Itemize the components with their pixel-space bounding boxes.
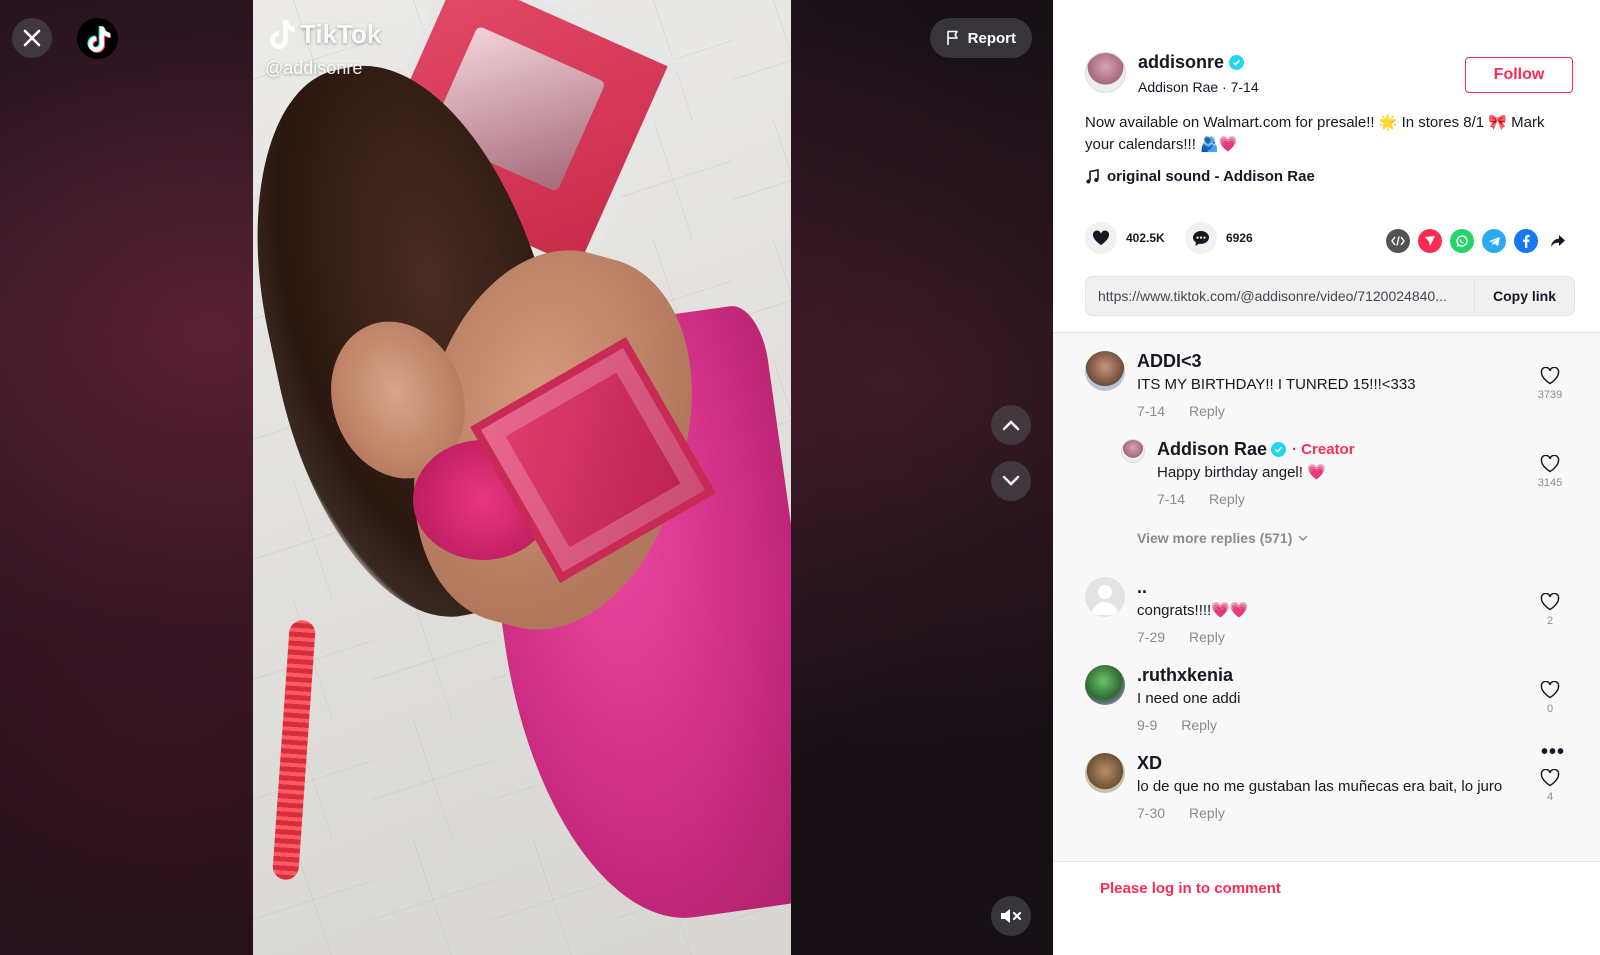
- commenter-avatar[interactable]: [1085, 665, 1125, 705]
- video-caption: Now available on Walmart.com for presale…: [1085, 114, 1545, 153]
- reply-button[interactable]: Reply: [1189, 403, 1225, 419]
- volume-muted-icon: [1001, 909, 1022, 923]
- more-options-icon[interactable]: •••: [1541, 741, 1565, 764]
- video-stage: TikTok @addisonre Report: [0, 0, 1053, 955]
- whatsapp-icon[interactable]: [1450, 229, 1474, 253]
- comment-text: congrats!!!!💗💗: [1137, 602, 1249, 619]
- details-panel: addisonre Addison Rae · 7-14 Follow Now …: [1053, 0, 1600, 955]
- like-action[interactable]: 402.5K: [1085, 222, 1165, 254]
- tiktok-logo-icon: [86, 25, 111, 53]
- comment-text: lo de que no me gustaban las muñecas era…: [1137, 778, 1503, 795]
- login-to-comment-link[interactable]: Please log in to comment: [1100, 880, 1281, 897]
- comment-date: 7-14: [1157, 491, 1186, 507]
- comment-date: 7-29: [1137, 629, 1166, 645]
- heart-outline-icon[interactable]: [1540, 455, 1560, 473]
- heart-outline-icon[interactable]: [1540, 593, 1560, 611]
- telegram-icon[interactable]: [1482, 229, 1506, 253]
- author-info: addisonre Addison Rae · 7-14: [1085, 52, 1259, 95]
- comment-like: 0: [1535, 681, 1565, 715]
- heart-outline-icon[interactable]: [1540, 681, 1560, 699]
- comment-like-count: 3739: [1537, 389, 1563, 401]
- video-frame[interactable]: [253, 0, 791, 955]
- creator-name[interactable]: Addison Rae: [1157, 439, 1267, 460]
- follow-button[interactable]: Follow: [1465, 57, 1573, 93]
- facebook-icon[interactable]: [1514, 229, 1538, 253]
- tiktok-logo[interactable]: [77, 18, 118, 59]
- comment-text: ITS MY BIRTHDAY!! I TUNRED 15!!!<333: [1137, 376, 1416, 393]
- chevron-down-icon: [1298, 535, 1308, 541]
- commenter-name[interactable]: XD: [1137, 753, 1162, 774]
- copy-link-button[interactable]: Copy link: [1474, 277, 1574, 315]
- video-url[interactable]: https://www.tiktok.com/@addisonre/video/…: [1086, 288, 1474, 304]
- flag-icon: [946, 30, 958, 45]
- comment-bubble-icon: [1193, 230, 1209, 246]
- creator-badge: · Creator: [1292, 441, 1355, 458]
- comment-like-count: 2: [1546, 615, 1554, 627]
- like-count: 402.5K: [1126, 231, 1165, 245]
- commenter-name[interactable]: .ruthxkenia: [1137, 665, 1233, 686]
- reply-button[interactable]: Reply: [1181, 717, 1217, 733]
- comment-count: 6926: [1226, 231, 1253, 245]
- heart-outline-icon[interactable]: [1540, 769, 1560, 787]
- reply-button[interactable]: Reply: [1189, 805, 1225, 821]
- creator-avatar[interactable]: [1121, 439, 1145, 463]
- view-more-replies[interactable]: View more replies (571): [1137, 530, 1308, 546]
- reply-button[interactable]: Reply: [1209, 491, 1245, 507]
- comment-like-count: 4: [1546, 791, 1554, 803]
- heart-icon: [1092, 230, 1110, 245]
- verified-icon: [1229, 55, 1245, 70]
- watermark-handle: @addisonre: [265, 58, 363, 78]
- comment-like: 3145: [1535, 455, 1565, 489]
- comment-like: 4: [1535, 769, 1565, 803]
- previous-video-button[interactable]: [991, 405, 1031, 445]
- verified-icon: [1271, 442, 1287, 457]
- share-link-field: https://www.tiktok.com/@addisonre/video/…: [1085, 276, 1575, 316]
- view-more-label: View more replies (571): [1137, 530, 1293, 546]
- comment-text: I need one addi: [1137, 690, 1241, 707]
- comment-date: 7-14: [1137, 403, 1166, 419]
- heart-outline-icon[interactable]: [1540, 367, 1560, 385]
- chevron-up-icon: [1002, 420, 1020, 431]
- comment-like: 2: [1535, 593, 1565, 627]
- close-button[interactable]: [12, 18, 52, 58]
- report-label: Report: [967, 29, 1016, 47]
- comment-text: Happy birthday angel! 💗: [1157, 464, 1326, 481]
- default-avatar-icon: [1091, 585, 1119, 615]
- mute-button[interactable]: [991, 896, 1031, 936]
- commenter-avatar[interactable]: [1085, 577, 1125, 617]
- share-arrow-icon[interactable]: [1546, 229, 1570, 253]
- commenter-name[interactable]: ADDI<3: [1137, 351, 1202, 372]
- next-video-button[interactable]: [991, 461, 1031, 501]
- author-username[interactable]: addisonre: [1138, 52, 1224, 73]
- share-icons: [1386, 229, 1570, 253]
- sound-link[interactable]: original sound - Addison Rae: [1085, 168, 1315, 185]
- author-subline: Addison Rae · 7-14: [1138, 79, 1259, 95]
- comment-like-count: 3145: [1537, 477, 1563, 489]
- video-watermark: TikTok: [266, 18, 381, 50]
- send-icon[interactable]: [1418, 229, 1442, 253]
- comment-button[interactable]: [1185, 222, 1217, 254]
- embed-icon[interactable]: [1386, 229, 1410, 253]
- sound-title: original sound - Addison Rae: [1107, 168, 1315, 185]
- music-note-icon: [1086, 168, 1099, 183]
- chevron-down-icon: [1002, 475, 1020, 486]
- commenter-avatar[interactable]: [1085, 753, 1125, 793]
- tiktok-note-icon: [270, 20, 295, 49]
- comment-like: 3739: [1535, 367, 1565, 401]
- like-button[interactable]: [1085, 222, 1117, 254]
- close-icon: [23, 29, 41, 47]
- comment-action[interactable]: 6926: [1185, 222, 1253, 254]
- watermark-brand: TikTok: [300, 18, 382, 49]
- commenter-name[interactable]: ..: [1137, 577, 1147, 598]
- report-button[interactable]: Report: [929, 18, 1032, 58]
- comment-date: 7-30: [1137, 805, 1166, 821]
- reply-button[interactable]: Reply: [1189, 629, 1225, 645]
- commenter-avatar[interactable]: [1085, 351, 1125, 391]
- author-avatar[interactable]: [1085, 52, 1126, 93]
- comment-like-count: 0: [1546, 703, 1554, 715]
- comment-date: 9-9: [1137, 717, 1158, 733]
- comments-list: ADDI<3 ITS MY BIRTHDAY!! I TUNRED 15!!!<…: [1053, 332, 1600, 862]
